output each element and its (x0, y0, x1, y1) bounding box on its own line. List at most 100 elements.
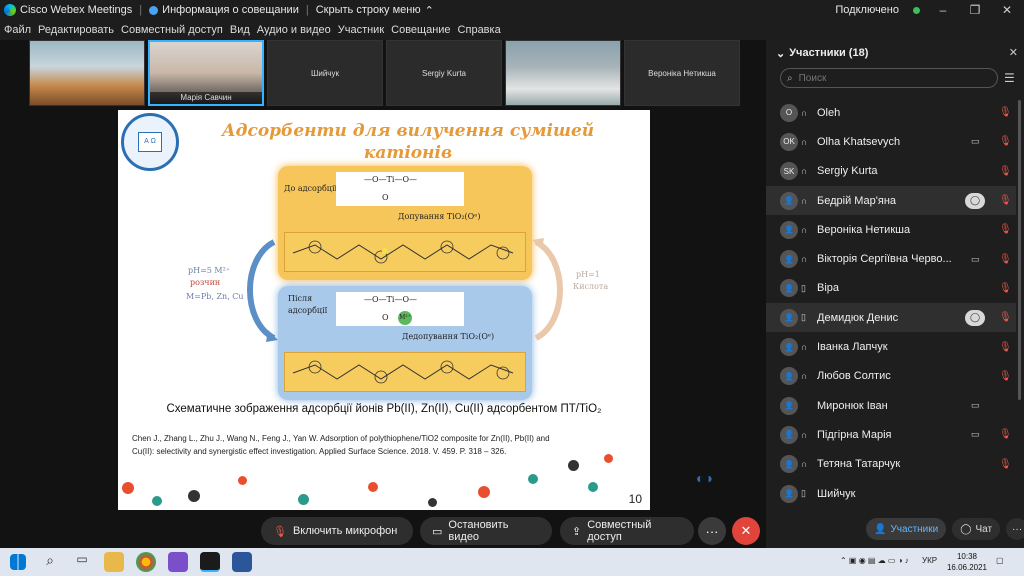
panel-more-button[interactable]: ··· (1006, 518, 1024, 540)
file-explorer-icon[interactable] (104, 552, 124, 572)
participant-row[interactable]: 👤 ∩ Вікторія Сергіївна Черво... ▭ 🎙 (766, 244, 1016, 273)
participant-search[interactable]: ⌕ (780, 68, 998, 88)
participant-row[interactable]: 👤▯Шийчук🎙 (766, 479, 1016, 508)
menu-share[interactable]: Совместный доступ (121, 24, 223, 36)
mic-muted-icon[interactable]: 🎙 (999, 254, 1012, 265)
mic-muted-icon[interactable]: 🎙 (999, 107, 1012, 118)
video-thumb-name: Марія Савчин (150, 92, 262, 104)
tab-participants[interactable]: 👤 Участники (866, 518, 947, 540)
right-note-2: Кислота (573, 282, 609, 291)
participant-row[interactable]: O ∩ Oleh 🎙 (766, 98, 1016, 127)
video-thumb-name: Вероніка Нетикша (648, 68, 716, 78)
decor-molecule (478, 486, 490, 498)
video-thumb-4[interactable]: Sergiy Kurta (386, 40, 502, 106)
menu-audio-video[interactable]: Аудио и видео (257, 24, 331, 36)
menu-help[interactable]: Справка (458, 24, 501, 36)
avatar: 👤 (780, 308, 798, 327)
chat-bubble-icon[interactable]: ◯ (965, 309, 985, 326)
video-thumb-6[interactable]: Вероніка Нетикша (624, 40, 740, 106)
close-panel-button[interactable]: ✕ (1009, 46, 1018, 59)
search-taskbar-icon[interactable]: ⌕ (40, 552, 60, 572)
headset-icon: ∩ (801, 429, 808, 440)
video-thumb-5[interactable] (505, 40, 621, 106)
mic-muted-icon[interactable]: 🎙 (999, 371, 1012, 382)
mic-muted-icon[interactable]: 🎙 (999, 224, 1012, 235)
participant-row[interactable]: 👤 ∩ Любов Солтис 🎙 (766, 362, 1016, 391)
mic-muted-icon[interactable]: 🎙 (999, 429, 1012, 440)
keyboard-language[interactable]: УКР (922, 556, 937, 565)
video-thumb-name: Шийчук (311, 68, 339, 78)
connection-status: Подключено (835, 4, 899, 16)
participant-row[interactable]: 👤 ▯ Демидюк Денис ◯ 🎙 (766, 303, 1016, 333)
clock-time: 10:38 (956, 552, 978, 561)
participant-list-scrollbar[interactable] (1018, 100, 1021, 400)
more-options-button[interactable]: ··· (698, 517, 726, 545)
webex-watermark-icon: ◐◑ (696, 470, 713, 486)
notifications-icon[interactable]: ▢ (996, 556, 1004, 565)
video-thumb-3[interactable]: Шийчук (267, 40, 383, 106)
slide-title-line-1: Адсорбенти для вилучення сумішей катіоні… (221, 121, 595, 163)
participants-panel: ⌄ Участники (18) ✕ ⌕ ☰ O∩Oleh🎙OK∩Olha Kh… (766, 40, 1024, 576)
participant-row[interactable]: 👤 ∩ Бедрій Мар'яна ◯ 🎙 (766, 185, 1016, 216)
participant-name: Демидюк Денис (817, 311, 899, 324)
avatar: 👤 (780, 396, 798, 415)
avatar: 👤 (780, 425, 798, 444)
participant-row[interactable]: SK ∩ Sergiy Kurta 🎙 (766, 157, 1016, 186)
chevron-down-icon[interactable]: ⌄ (776, 47, 785, 60)
mic-muted-icon[interactable]: 🎙 (999, 312, 1012, 323)
polythiophene-chain-top (284, 232, 526, 272)
participant-row[interactable]: OK ∩ Olha Khatsevych ▭ 🎙 (766, 127, 1016, 156)
mic-muted-icon: 🎙 (273, 525, 287, 538)
camera-icon: ▭ (971, 136, 980, 147)
system-clock[interactable]: 10:38 16.06.2021 (945, 551, 989, 573)
share-button[interactable]: ⇪ Совместный доступ (560, 517, 694, 545)
close-window-button[interactable]: ✕ (998, 3, 1016, 17)
menu-view[interactable]: Вид (230, 24, 250, 36)
mic-muted-icon[interactable]: 🎙 (999, 283, 1012, 294)
video-thumb-2[interactable]: Марія Савчин (148, 40, 264, 106)
sort-filter-icon[interactable]: ☰ (1004, 71, 1015, 85)
bottom-oxygen: O (382, 313, 389, 322)
menu-edit[interactable]: Редактировать (38, 24, 114, 36)
decor-molecule (238, 476, 247, 485)
mic-muted-icon[interactable]: 🎙 (999, 195, 1012, 206)
menu-meeting[interactable]: Совещание (391, 24, 450, 36)
participant-row[interactable]: 👤 ∩ Тетяна Татарчук 🎙 (766, 450, 1016, 479)
video-thumb-1[interactable] (29, 40, 145, 106)
mic-muted-icon[interactable]: 🎙 (999, 166, 1012, 177)
mic-button[interactable]: 🎙 Включить микрофон (261, 517, 413, 545)
video-thumb-name: Sergiy Kurta (421, 68, 467, 78)
start-button-icon[interactable] (10, 554, 26, 570)
mic-muted-icon[interactable]: 🎙 (999, 136, 1012, 147)
participant-name: Olha Khatsevych (817, 135, 901, 148)
webex-taskbar-icon[interactable] (200, 552, 220, 572)
chat-bubble-icon[interactable]: ◯ (965, 192, 985, 209)
menu-file[interactable]: Файл (4, 24, 31, 36)
minimize-button[interactable]: – (934, 3, 952, 17)
participant-row[interactable]: 👤 ∩ Вероніка Нетикша 🎙 (766, 215, 1016, 244)
participants-header: ⌄ Участники (18) (776, 46, 1016, 60)
participant-row[interactable]: 👤 ∩ Підгірна Марія ▭ 🎙 (766, 420, 1016, 449)
leave-meeting-button[interactable]: ✕ (732, 517, 760, 545)
mic-muted-icon[interactable]: 🎙 (999, 459, 1012, 470)
word-icon[interactable] (232, 552, 252, 572)
viber-icon[interactable] (168, 552, 188, 572)
menu-participant[interactable]: Участник (338, 24, 384, 36)
meeting-info-button[interactable]: Информация о совещании (162, 4, 299, 16)
task-view-icon[interactable]: ▭ (72, 552, 92, 572)
participant-row[interactable]: 👤Миронюк Іван▭🎙 (766, 391, 1016, 420)
tab-chat[interactable]: ◯ Чат (952, 518, 1001, 540)
before-adsorption-label: До адсорбції (284, 184, 338, 193)
connection-indicator-icon (913, 6, 920, 14)
search-input[interactable] (798, 72, 979, 84)
participant-row[interactable]: 👤 ▯ Віра 🎙 (766, 274, 1016, 303)
hide-menu-button[interactable]: Скрыть строку меню (316, 4, 421, 16)
restore-button[interactable]: ❐ (966, 3, 984, 17)
clock-date: 16.06.2021 (946, 563, 988, 572)
chrome-icon[interactable] (136, 552, 156, 572)
participant-row[interactable]: 👤 ∩ Іванка Лапчук 🎙 (766, 332, 1016, 361)
tray-icons[interactable]: ⌃ ▣ ◉ ▤ ☁ ▭ ◑ ♪ (840, 556, 909, 565)
chevron-up-icon[interactable]: ⌃ (425, 4, 434, 17)
mic-muted-icon[interactable]: 🎙 (999, 342, 1012, 353)
video-button[interactable]: ▭ Остановить видео (420, 517, 552, 545)
